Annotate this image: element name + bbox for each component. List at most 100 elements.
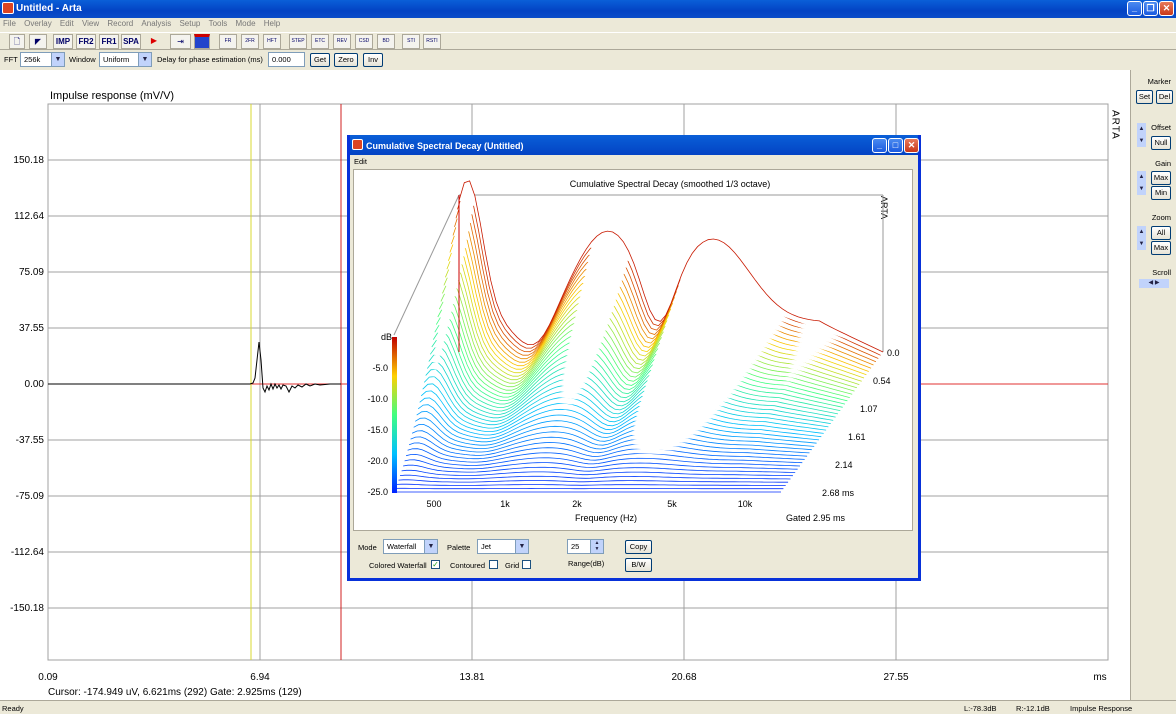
csd-range-value: 25 [571,542,580,551]
csd-mode-select[interactable]: Waterfall ▼ [383,539,438,554]
2fr-icon[interactable]: 2FR [241,34,259,49]
status-text: Ready [2,704,24,713]
csd-time-tick: 0.54 [873,376,891,386]
menu-overlay[interactable]: Overlay [21,18,55,29]
control-bar: FFT 256k ▼ Window Uniform ▼ Delay for phas… [0,51,1130,69]
gate-icon[interactable]: ⇥ [170,34,191,49]
zero-button[interactable]: Zero [334,53,358,67]
csd-db-tick: -20.0 [367,456,388,466]
csd-waterfall-curves [394,180,884,493]
scroll-arrows[interactable]: ◀ ▶ [1139,279,1169,288]
csd-decay-curve [398,479,789,483]
csd-copy-button[interactable]: Copy [625,540,652,554]
menu-tools[interactable]: Tools [206,18,231,29]
zoom-spinner[interactable]: ▲ ▼ [1137,226,1146,250]
csd-range-input[interactable]: 25 ▲ ▼ [567,539,604,554]
csd-icon[interactable]: CSD [355,34,373,49]
menu-analysis[interactable]: Analysis [138,18,174,29]
app-icon[interactable] [2,2,14,14]
fr1-button[interactable]: FR1 [99,34,119,49]
grid-checkbox[interactable] [522,560,531,569]
hft-icon[interactable]: HFT [263,34,281,49]
spinner-icon[interactable]: ▲ ▼ [590,540,603,553]
x-unit: ms [1093,672,1106,683]
inv-button[interactable]: Inv [363,53,383,67]
csd-menu-edit[interactable]: Edit [354,157,367,166]
fr2-button[interactable]: FR2 [76,34,96,49]
csd-window: Cumulative Spectral Decay (Untitled) _ □… [347,135,921,581]
delay-input[interactable]: 0.000 [268,52,305,67]
csd-app-icon[interactable] [352,139,363,150]
csd-freq-tick: 2k [572,499,582,509]
bd-icon[interactable]: BD [377,34,395,49]
fft-select[interactable]: 256k ▼ [20,52,65,67]
csd-db-tick: -25.0 [367,487,388,497]
zoom-max-button[interactable]: Max [1151,241,1171,255]
chevron-down-icon[interactable]: ▼ [515,540,528,553]
csd-palette-select[interactable]: Jet ▼ [477,539,529,554]
menu-file[interactable]: File [0,18,19,29]
new-file-icon[interactable]: 🗋 [9,34,25,49]
gain-min-button[interactable]: Min [1151,186,1171,200]
csd-plot[interactable]: Cumulative Spectral Decay (smoothed 1/3 … [353,169,913,531]
rsti-icon[interactable]: RSTI [423,34,441,49]
contoured-checkbox[interactable] [489,560,498,569]
restore-button[interactable]: ❐ [1143,1,1158,16]
toolbar: 🗋 ◤ IMP FR2 FR1 SPA ▶ ⇥ FR 2FR HFT STEP … [0,32,1176,50]
menu-help[interactable]: Help [261,18,283,29]
csd-db-tick: -5.0 [372,363,388,373]
minimize-button[interactable]: _ [1127,1,1142,16]
offset-spinner[interactable]: ▲ ▼ [1137,123,1146,147]
zoom-all-button[interactable]: All [1151,226,1171,240]
menu-bar: File Overlay Edit View Record Analysis S… [0,18,1176,31]
csd-palette-value: Jet [481,542,492,551]
chevron-down-icon[interactable]: ▼ [51,53,64,66]
menu-edit[interactable]: Edit [57,18,77,29]
spa-button[interactable]: SPA [121,34,141,49]
menu-view[interactable]: View [79,18,102,29]
gain-max-button[interactable]: Max [1151,171,1171,185]
csd-time-ticks: 0.0 0.54 1.07 1.61 2.14 2.68 ms [822,348,900,498]
csd-close-button[interactable]: ✕ [904,138,919,153]
fr-icon[interactable]: FR [219,34,237,49]
csd-db-ticks: -5.0 -10.0 -15.0 -20.0 -25.0 [367,363,388,497]
gain-spinner[interactable]: ▲ ▼ [1137,171,1146,195]
play-icon[interactable]: ▶ [146,34,162,49]
y-tick: -112.64 [11,547,45,558]
impulse-button[interactable]: IMP [53,34,73,49]
csd-minimize-button[interactable]: _ [872,138,887,153]
menu-mode[interactable]: Mode [233,18,259,29]
window-select[interactable]: Uniform ▼ [99,52,152,67]
etc-icon[interactable]: ETC [311,34,329,49]
cursor-icon[interactable]: ◤ [29,34,47,49]
colors-icon[interactable] [194,34,210,49]
status-bar: Ready L:-78.3dB R:-12.1dB Impulse Respon… [0,700,1176,714]
title-bar: Untitled - Arta _ ❐ ✕ [0,0,1176,18]
step-icon[interactable]: STEP [289,34,307,49]
marker-del-button[interactable]: Del [1156,90,1173,104]
chevron-down-icon[interactable]: ▼ [424,540,437,553]
csd-bw-button[interactable]: B/W [625,558,652,572]
csd-decay-curve [396,483,786,486]
colored-waterfall-checkbox[interactable]: ✓ [431,560,440,569]
gain-label: Gain [1155,159,1171,168]
csd-maximize-button[interactable]: □ [888,138,903,153]
csd-controls: Mode Waterfall ▼ Palette Jet ▼ 25 ▲ ▼ Range(… [350,533,918,578]
marker-label: Marker [1147,77,1171,86]
csd-time-tick: 1.61 [848,432,866,442]
sti-icon[interactable]: STI [402,34,420,49]
get-button[interactable]: Get [310,53,330,67]
marker-set-button[interactable]: Set [1136,90,1153,104]
csd-color-scale [392,337,397,493]
offset-null-button[interactable]: Null [1151,136,1171,150]
csd-title-bar: Cumulative Spectral Decay (Untitled) _ □… [350,135,919,155]
csd-time-tick: 1.07 [860,404,878,414]
chevron-down-icon[interactable]: ▼ [138,53,151,66]
menu-setup[interactable]: Setup [176,18,203,29]
menu-record[interactable]: Record [104,18,136,29]
rev-icon[interactable]: REV [333,34,351,49]
close-button[interactable]: ✕ [1159,1,1174,16]
csd-plot-title: Cumulative Spectral Decay (smoothed 1/3 … [570,179,771,189]
scroll-label: Scroll [1152,268,1171,277]
x-tick: 27.55 [883,672,908,683]
